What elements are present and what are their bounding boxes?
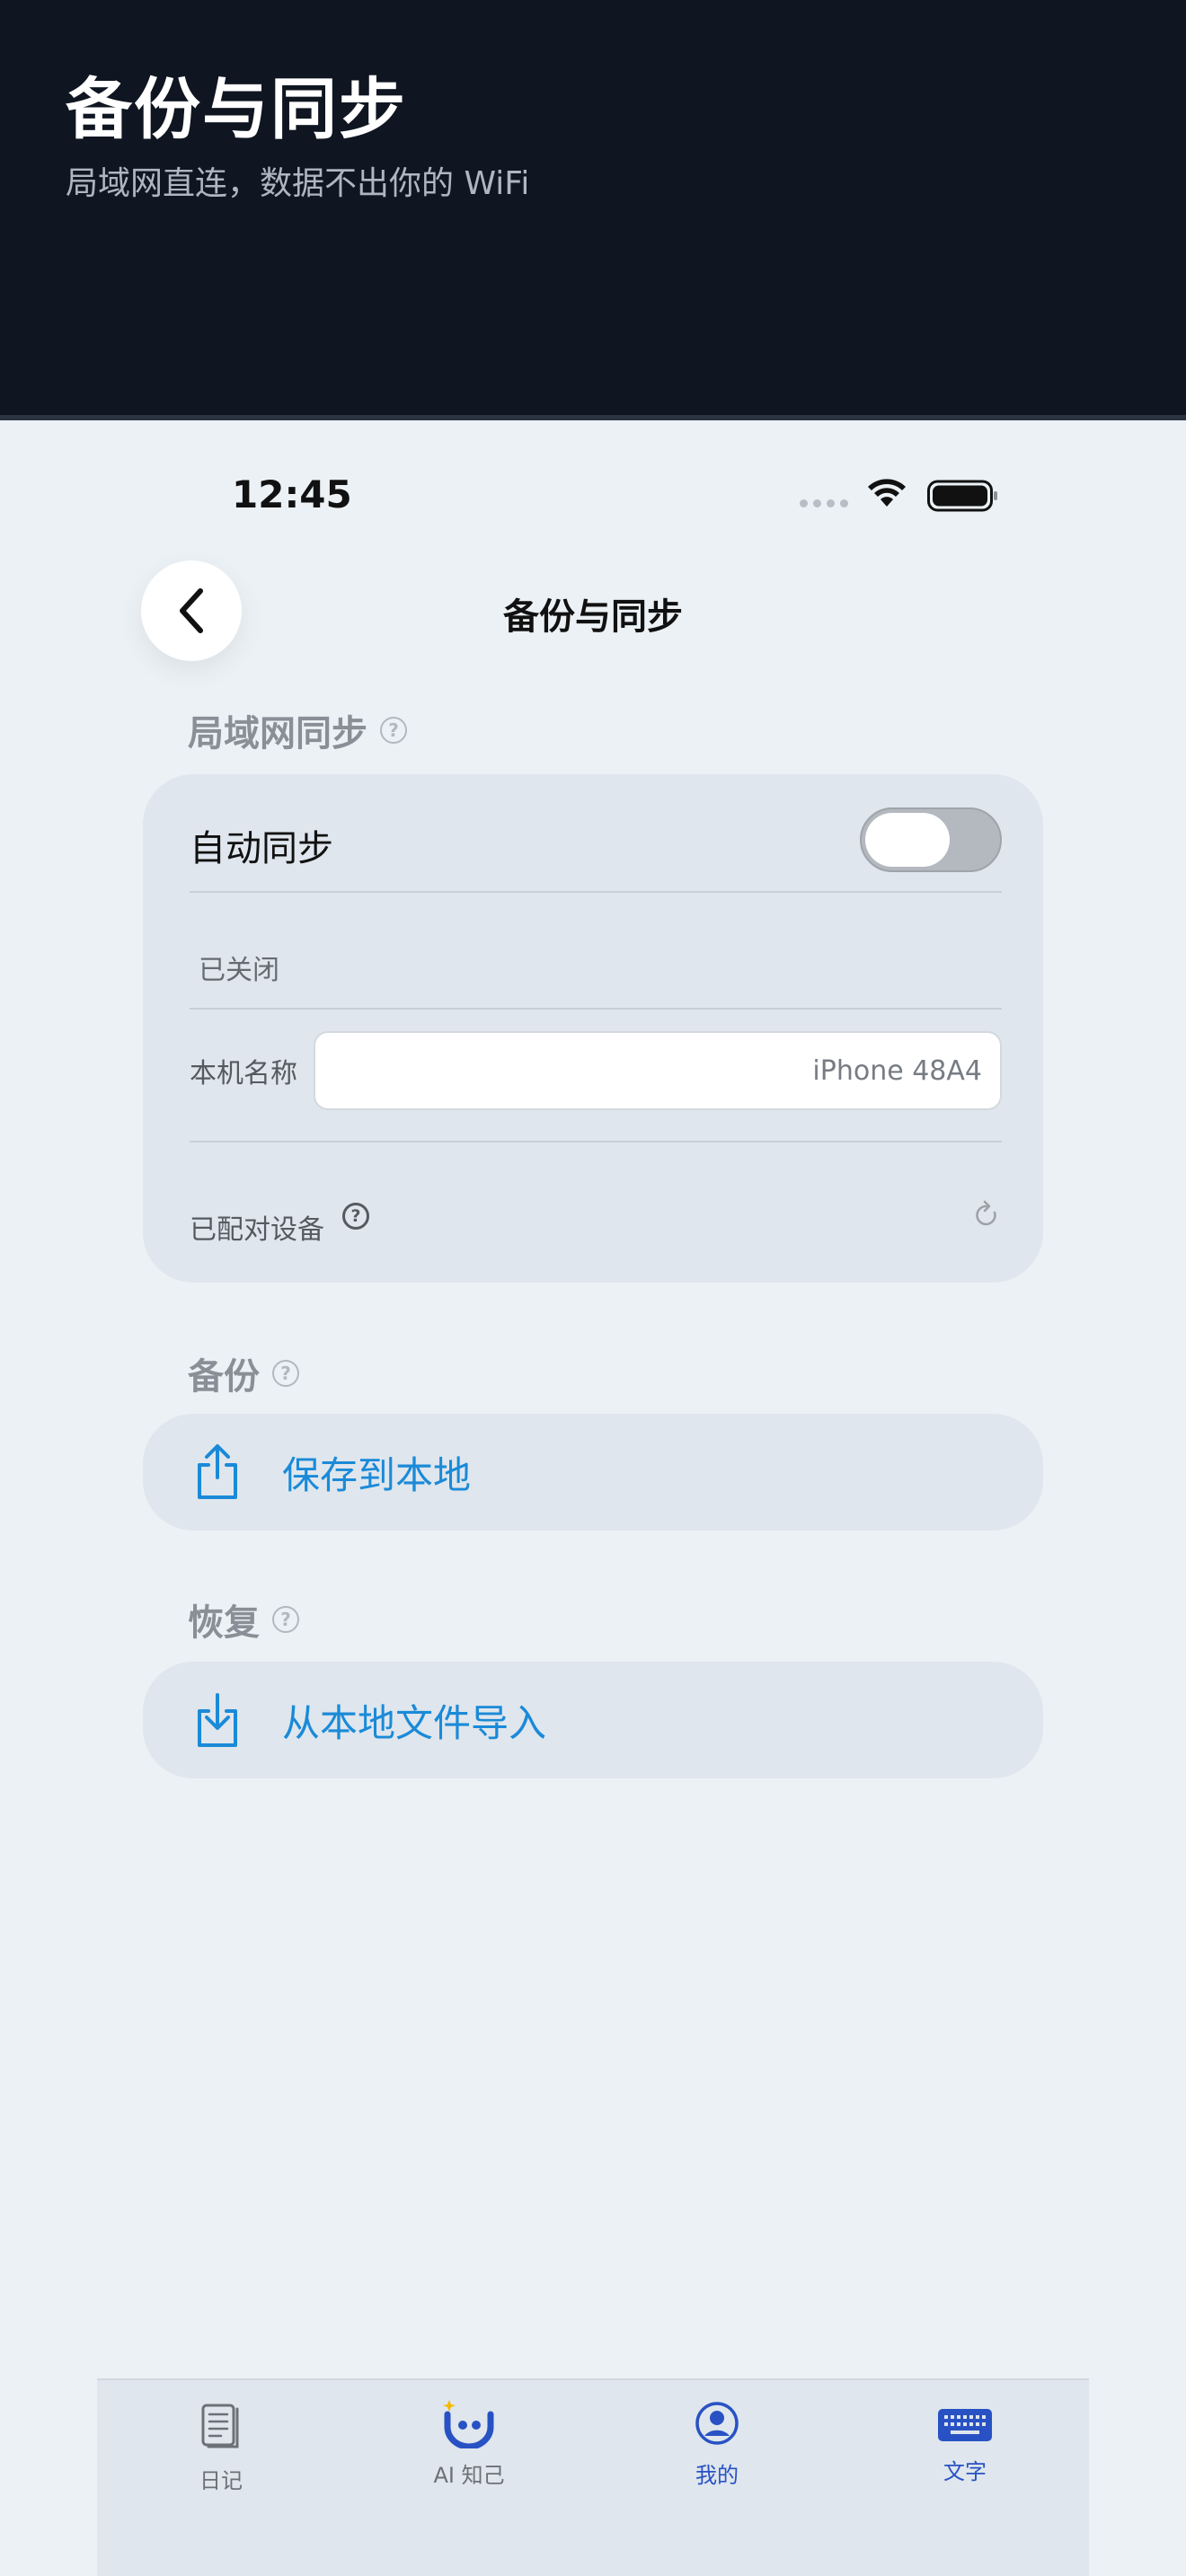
save-to-local-button[interactable]: 保存到本地 (143, 1414, 1043, 1531)
paired-devices-label: 已配对设备 (190, 1214, 324, 1246)
restore-section-header: 恢复 ? (188, 1593, 299, 1645)
question-icon[interactable]: ? (380, 717, 407, 744)
backup-section-header: 备份 ? (188, 1347, 299, 1399)
download-import-icon (198, 1693, 237, 1747)
ai-face-icon (443, 2400, 494, 2448)
banner-subtitle: 局域网直连，数据不出你的 WiFi (66, 165, 530, 202)
promo-banner: 备份与同步 局域网直连，数据不出你的 WiFi (0, 0, 1186, 420)
import-from-file-button[interactable]: 从本地文件导入 (143, 1662, 1043, 1778)
tab-label: 文字 (943, 2459, 987, 2484)
page-title: 备份与同步 (503, 596, 683, 638)
import-from-file-label: 从本地文件导入 (282, 1700, 547, 1745)
device-name-input[interactable] (314, 1031, 1002, 1110)
profile-icon (695, 2402, 739, 2445)
banner-title: 备份与同步 (66, 71, 407, 148)
diary-icon (201, 2404, 239, 2448)
wifi-icon (868, 479, 906, 507)
status-time: 12:45 (232, 472, 352, 516)
keyboard-icon (938, 2409, 992, 2441)
cellular-signal-icon (800, 499, 848, 507)
tab-label: 我的 (695, 2463, 739, 2488)
tab-label: 日记 (199, 2468, 243, 2493)
device-name-label: 本机名称 (190, 1058, 297, 1090)
tab-bar: 日记 AI 知己 我的 文字 (97, 2378, 1089, 2576)
restore-section-title: 恢复 (188, 1602, 260, 1644)
tab-ai-confidant[interactable]: AI 知己 (345, 2380, 593, 2506)
share-upload-icon (198, 1444, 237, 1499)
save-to-local-label: 保存到本地 (282, 1452, 472, 1497)
question-icon[interactable]: ? (272, 1606, 299, 1633)
question-icon[interactable]: ? (342, 1203, 369, 1230)
refresh-icon[interactable] (973, 1200, 1000, 1231)
backup-section-title: 备份 (188, 1356, 260, 1398)
auto-sync-toggle[interactable] (860, 807, 1002, 872)
tab-profile[interactable]: 我的 (593, 2380, 841, 2506)
tab-diary[interactable]: 日记 (97, 2380, 345, 2506)
tab-label: AI 知己 (433, 2463, 505, 2488)
device-screen: 12:45 备份与同步 局域网同步 ? 自动同步 已关闭 本机名称 已配对设备 (0, 426, 1186, 2576)
question-icon[interactable]: ? (272, 1360, 299, 1387)
auto-sync-label: 自动同步 (190, 828, 333, 869)
divider (190, 1141, 1002, 1142)
divider (190, 891, 1002, 893)
lan-section-title: 局域网同步 (188, 713, 367, 754)
lan-sync-card: 自动同步 已关闭 本机名称 已配对设备 ? (143, 774, 1043, 1283)
divider (190, 1008, 1002, 1010)
battery-icon (927, 480, 997, 512)
toggle-knob (865, 813, 950, 867)
sync-status-text: 已关闭 (199, 955, 279, 986)
lan-section-header: 局域网同步 ? (188, 704, 407, 756)
tab-text[interactable]: 文字 (841, 2380, 1089, 2506)
